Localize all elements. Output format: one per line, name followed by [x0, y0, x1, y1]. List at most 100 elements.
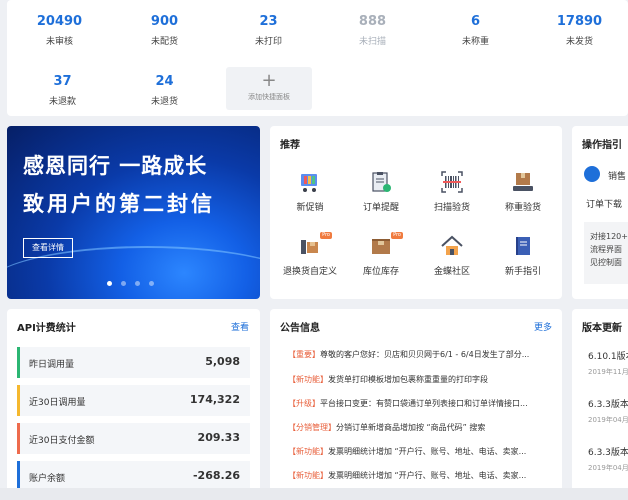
stat-label: 未扫描 [358, 37, 386, 47]
guide-info-box: 对接120+ 流程界面 见控制面 [584, 222, 628, 284]
carousel-dot[interactable] [149, 281, 154, 286]
barcode-scan-icon [440, 170, 464, 194]
pro-badge: Pro [391, 232, 403, 239]
stat-value: 24 [155, 74, 174, 89]
notice-text: 发票明细统计增加 “开户行、账号、地址、电话、卖家... [328, 447, 527, 456]
stat-unallocated[interactable]: 900 未配货 [112, 14, 217, 48]
guide-line: 流程界面 [590, 245, 622, 254]
api-view-link[interactable]: 查看 [231, 320, 249, 333]
stat-unrefunded[interactable]: 37 未退款 [10, 74, 115, 108]
notice-tag: 【分销管理】 [288, 423, 336, 432]
operation-guide-card: 操作指引 销售 订单下载 对接120+ 流程界面 见控制面 [572, 126, 628, 299]
rec-label: 退换货自定义 [282, 267, 337, 277]
notice-item[interactable]: 【新功能】发票明细统计增加 “开户行、账号、地址、电话、卖家... [288, 446, 556, 457]
rec-label: 订单提醒 [362, 203, 399, 213]
notice-text: 发票明细统计增加 “开户行、账号、地址、电话、卖家... [328, 471, 527, 480]
api-row-label: 昨日调用量 [29, 360, 75, 370]
rec-label: 新促销 [296, 203, 324, 213]
rec-location-stock[interactable]: Pro 库位库存 [346, 232, 416, 277]
notice-tag: 【升级】 [288, 399, 320, 408]
stat-value: 20490 [36, 14, 83, 29]
version-date: 2019年04月 [588, 464, 628, 472]
version-name: 6.10.1版本 [588, 352, 628, 362]
version-date: 2019年04月 [588, 416, 628, 424]
stat-unshipped[interactable]: 17890 未发货 [527, 14, 628, 48]
stat-unprinted[interactable]: 23 未打印 [216, 14, 321, 48]
plus-icon: + [261, 70, 277, 91]
notice-tag: 【新功能】 [288, 447, 328, 456]
stat-value: 23 [259, 14, 278, 29]
bottom-strip [0, 488, 628, 500]
carousel-dot[interactable] [107, 281, 112, 286]
rec-label: 称重验货 [504, 203, 541, 213]
rec-label: 扫描验货 [433, 203, 470, 213]
carousel-dot[interactable] [135, 281, 140, 286]
notice-tag: 【新功能】 [288, 375, 328, 384]
stats-panel: 20490 未审核 900 未配货 23 未打印 888 未扫描 6 未称重 1… [7, 0, 628, 116]
pro-badge: Pro [320, 232, 332, 239]
rec-kingdee-community[interactable]: 金蝶社区 [417, 234, 487, 277]
promo-banner[interactable]: 感恩同行 一路成长 致用户的第二封信 查看详情 [7, 126, 260, 299]
rec-beginner-guide[interactable]: 新手指引 [488, 234, 558, 277]
notice-item[interactable]: 【新功能】发票明细统计增加 “开户行、账号、地址、电话、卖家... [288, 470, 556, 481]
notice-text: 发货单打印模板增加包裹称重重量的打印字段 [328, 375, 488, 384]
notice-text: 分销订单新增商品增加按 “商品代码” 搜索 [336, 423, 486, 432]
guide-chip-text[interactable]: 销售 [608, 169, 626, 182]
version-date: 2019年11月 [588, 368, 628, 376]
stat-unscanned[interactable]: 888 未扫描 [320, 14, 425, 48]
stat-label: 未退款 [48, 97, 76, 107]
version-name: 6.3.3版本 [588, 400, 628, 410]
version-title: 版本更新 [582, 323, 622, 334]
stat-label: 未发货 [565, 37, 593, 47]
version-name: 6.3.3版本 [588, 448, 628, 458]
api-row-yesterday: 昨日调用量 5,098 [17, 347, 250, 378]
guide-order-download[interactable]: 订单下载 [586, 197, 622, 210]
stat-label: 未退货 [150, 97, 178, 107]
warehouse-box-icon: Pro [369, 232, 403, 258]
stat-value: 888 [358, 14, 387, 29]
api-title: API计费统计 [17, 323, 76, 334]
version-item[interactable]: 6.3.3版本 2019年04月 [588, 397, 628, 425]
return-goods-icon: Pro [298, 232, 332, 258]
rec-weigh-inspect[interactable]: 称重验货 [488, 170, 558, 213]
api-row-label: 账户余额 [29, 474, 66, 484]
banner-details-button[interactable]: 查看详情 [23, 238, 73, 258]
stat-unreturned[interactable]: 24 未退货 [112, 74, 217, 108]
recommend-card: 推荐 新促销 订单提醒 扫描验货 称重验货 Pro 退换货自定义 Pro 库位库… [270, 126, 562, 299]
api-row-30d-payment: 近30日支付金额 209.33 [17, 423, 250, 454]
rec-new-promotion[interactable]: 新促销 [275, 170, 345, 213]
notice-item[interactable]: 【分销管理】分销订单新增商品增加按 “商品代码” 搜索 [288, 422, 556, 433]
notice-item[interactable]: 【升级】平台接口变更：有赞口袋通订单列表接口和订单详情接口... [288, 398, 556, 409]
notice-item[interactable]: 【重要】尊敬的客户您好：贝店和贝贝网于6/1 - 6/4日发生了部分... [288, 349, 556, 360]
stat-value: 900 [150, 14, 179, 29]
api-row-value: 174,322 [189, 393, 240, 406]
api-row-value: -268.26 [192, 469, 240, 482]
banner-headline: 感恩同行 一路成长 [23, 154, 208, 178]
version-item[interactable]: 6.10.1版本 2019年11月 [588, 349, 628, 377]
rec-label: 金蝶社区 [433, 267, 470, 277]
notice-title: 公告信息 [280, 323, 320, 334]
version-item[interactable]: 6.3.3版本 2019年04月 [588, 445, 628, 473]
stat-label: 未审核 [45, 37, 73, 47]
notice-text: 平台接口变更：有赞口袋通订单列表接口和订单详情接口... [320, 399, 528, 408]
carousel-dots [107, 281, 154, 286]
stat-unweighed[interactable]: 6 未称重 [423, 14, 528, 48]
rec-return-custom[interactable]: Pro 退换货自定义 [275, 232, 345, 277]
community-house-icon [440, 234, 464, 258]
api-row-value: 5,098 [205, 355, 240, 368]
rec-order-reminder[interactable]: 订单提醒 [346, 170, 416, 213]
api-row-label: 近30日支付金额 [29, 436, 95, 446]
guide-line: 对接120+ [590, 232, 628, 241]
rec-label: 库位库存 [362, 267, 399, 277]
recommend-title: 推荐 [280, 140, 300, 151]
carousel-dot[interactable] [121, 281, 126, 286]
stat-label: 未打印 [254, 37, 282, 47]
stat-value: 6 [470, 14, 481, 29]
notice-more-link[interactable]: 更多 [534, 320, 552, 333]
stat-unreviewed[interactable]: 20490 未审核 [7, 14, 112, 48]
add-quick-panel-button[interactable]: + 添加快捷面板 [226, 67, 312, 110]
notice-item[interactable]: 【新功能】发货单打印模板增加包裹称重重量的打印字段 [288, 374, 556, 385]
rec-scan-inspect[interactable]: 扫描验货 [417, 170, 487, 213]
scale-box-icon [511, 170, 535, 194]
notice-tag: 【新功能】 [288, 471, 328, 480]
